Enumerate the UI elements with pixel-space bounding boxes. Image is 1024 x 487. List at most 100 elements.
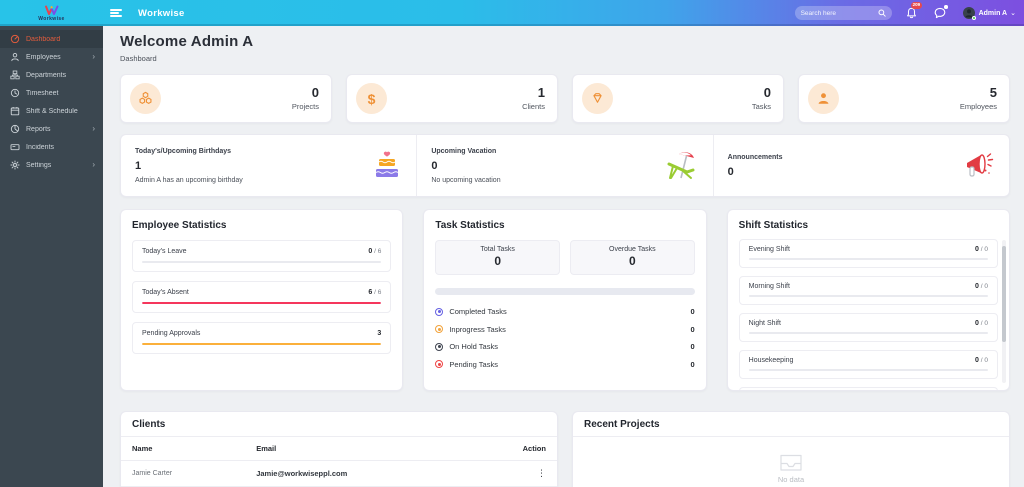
shift-row-morning[interactable]: Morning Shift 0 / 0 (739, 276, 998, 305)
user-profile-menu[interactable]: Admin A ⌄ (963, 7, 1016, 19)
legend-value: 0 (690, 307, 694, 316)
clients-card: Clients Name Email Action Jamie Carter J… (120, 411, 558, 487)
message-alert-dot (944, 5, 948, 9)
shift-label: Morning Shift (749, 283, 790, 290)
chevron-right-icon: › (92, 53, 95, 61)
chat-icon (934, 7, 946, 19)
sidebar-item-departments[interactable]: Departments (0, 66, 103, 84)
vacation-card[interactable]: Upcoming Vacation 0 No upcoming vacation (417, 135, 713, 196)
global-search[interactable] (795, 6, 892, 20)
sidebar-item-label: Timesheet (26, 90, 95, 97)
pending-dot-icon (435, 360, 443, 368)
column-header-email: Email (256, 444, 484, 453)
stat-row-label: Pending Approvals (142, 330, 200, 337)
shift-statistics-title: Shift Statistics (739, 220, 998, 231)
tasks-progress-bar (435, 288, 694, 295)
legend-value: 0 (690, 360, 694, 369)
clients-table-header: Name Email Action (121, 437, 557, 461)
shift-statistics-card: Shift Statistics Evening Shift 0 / 0 Mor… (727, 209, 1010, 391)
shift-row-evening[interactable]: Evening Shift 0 / 0 (739, 239, 998, 268)
client-table-row[interactable]: Jamie Carter Jamie@workwiseppl.com ⋮ (121, 461, 557, 487)
sidebar-item-label: Reports (26, 126, 92, 133)
sidebar-nav: Dashboard Employees › Departments Timesh… (0, 26, 103, 487)
sidebar-item-employees[interactable]: Employees › (0, 48, 103, 66)
birthdays-card[interactable]: Today's/Upcoming Birthdays 1 Admin A has… (121, 135, 417, 196)
shift-label: Evening Shift (749, 246, 790, 253)
task-legend: Completed Tasks 0 Inprogress Tasks 0 On … (435, 307, 694, 369)
legend-row-completed: Completed Tasks 0 (435, 307, 694, 316)
legend-value: 0 (690, 342, 694, 351)
vacation-count: 0 (431, 160, 500, 172)
scrollbar-thumb[interactable] (1002, 246, 1006, 342)
sidebar-item-dashboard[interactable]: Dashboard (0, 30, 103, 48)
completed-dot-icon (435, 308, 443, 316)
chevron-right-icon: › (92, 161, 95, 169)
logo-wordmark: Workwise (38, 17, 64, 22)
birthday-cake-icon (372, 150, 402, 182)
legend-label: Inprogress Tasks (449, 325, 690, 334)
employee-stat-pending-approvals[interactable]: Pending Approvals 3 (132, 322, 391, 354)
progress-fill (142, 302, 381, 304)
legend-value: 0 (690, 325, 694, 334)
sidebar-item-shift-schedule[interactable]: Shift & Schedule (0, 102, 103, 120)
sidebar-item-settings[interactable]: Settings › (0, 156, 103, 174)
employee-stat-todays-leave[interactable]: Today's Leave 0 / 6 (132, 240, 391, 272)
sidebar-item-reports[interactable]: Reports › (0, 120, 103, 138)
announcements-card[interactable]: Announcements 0 (714, 135, 1009, 196)
sidebar-item-timesheet[interactable]: Timesheet (0, 84, 103, 102)
progress-track (142, 302, 381, 304)
kebab-menu-icon[interactable]: ⋮ (484, 469, 546, 478)
sidebar-item-label: Shift & Schedule (26, 108, 95, 115)
shift-row-test-shift-1[interactable]: Test Shift 1 0 / 0 (739, 387, 998, 391)
shift-row-housekeeping[interactable]: Housekeeping 0 / 0 (739, 350, 998, 379)
search-icon (878, 9, 886, 17)
inprogress-dot-icon (435, 325, 443, 333)
incident-card-icon (10, 142, 20, 152)
employee-stat-todays-absent[interactable]: Today's Absent 6 / 6 (132, 281, 391, 313)
beach-vacation-icon (665, 150, 699, 182)
legend-label: Completed Tasks (449, 307, 690, 316)
bottom-row: Clients Name Email Action Jamie Carter J… (120, 411, 1010, 487)
stat-value: 0 (292, 86, 319, 100)
user-name: Admin A (979, 10, 1008, 17)
messages-button[interactable] (934, 7, 946, 19)
birthdays-subtitle: Admin A has an upcoming birthday (135, 177, 243, 184)
shift-label: Night Shift (749, 320, 781, 327)
shift-row-night[interactable]: Night Shift 0 / 0 (739, 313, 998, 342)
task-statistics-title: Task Statistics (435, 220, 694, 231)
client-email: Jamie@workwiseppl.com (256, 469, 484, 478)
progress-track (749, 332, 988, 334)
sidebar-item-label: Departments (26, 72, 95, 79)
notification-count-badge: 209 (911, 2, 923, 9)
stat-card-clients[interactable]: $ 1 Clients (346, 74, 558, 123)
top-header: Workwise Workwise 209 Admin A ⌄ (0, 0, 1024, 26)
chevron-right-icon: › (92, 125, 95, 133)
stat-label: Clients (522, 102, 545, 111)
person-icon (10, 52, 20, 62)
birthdays-title: Today's/Upcoming Birthdays (135, 148, 243, 155)
dollar-icon: $ (356, 83, 387, 114)
search-input[interactable] (801, 10, 878, 17)
stat-card-tasks[interactable]: 0 Tasks (572, 74, 784, 123)
app-logo[interactable]: Workwise (0, 0, 103, 26)
clients-title: Clients (121, 412, 557, 437)
stat-value: 0 (752, 86, 771, 100)
legend-row-onhold: On Hold Tasks 0 (435, 342, 694, 351)
stat-card-employees[interactable]: 5 Employees (798, 74, 1010, 123)
progress-track (749, 295, 988, 297)
main-content: Welcome Admin A Dashboard 0 Projects $ 1… (103, 26, 1024, 487)
sidebar-item-incidents[interactable]: Incidents (0, 138, 103, 156)
menu-toggle-button[interactable] (110, 9, 122, 17)
pie-chart-icon (10, 124, 20, 134)
bell-icon (906, 7, 917, 19)
legend-label: On Hold Tasks (449, 342, 690, 351)
onhold-dot-icon (435, 343, 443, 351)
calendar-icon (10, 106, 20, 116)
info-cards-row: Today's/Upcoming Birthdays 1 Admin A has… (120, 134, 1010, 197)
notifications-button[interactable]: 209 (906, 7, 917, 19)
stat-card-projects[interactable]: 0 Projects (120, 74, 332, 123)
column-header-name: Name (132, 444, 256, 453)
stat-row-label: Today's Leave (142, 248, 187, 255)
legend-row-inprogress: Inprogress Tasks 0 (435, 325, 694, 334)
stat-row-value: 3 (377, 330, 381, 337)
